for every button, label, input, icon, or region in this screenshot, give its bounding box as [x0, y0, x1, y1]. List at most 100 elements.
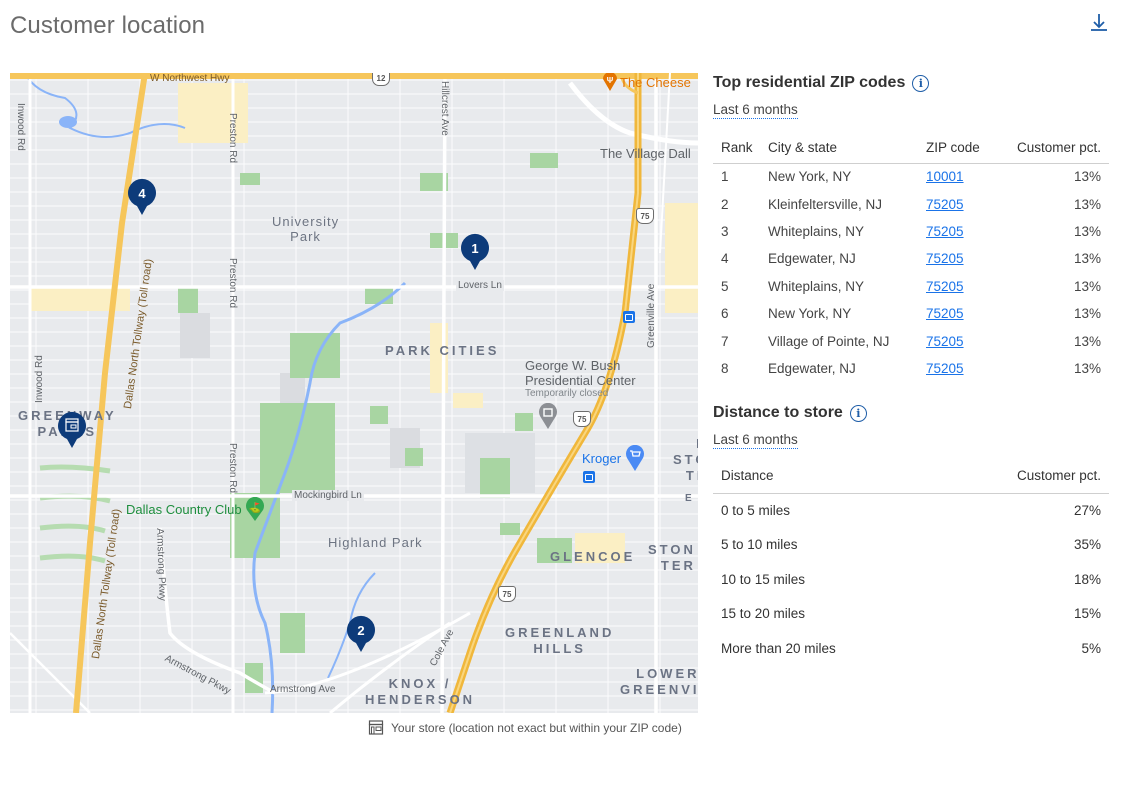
stats-panel: Top residential ZIP codes i Last 6 month…: [713, 74, 1109, 666]
zip-code-link[interactable]: 10001: [926, 169, 964, 184]
zip-table-row: 1 New York, NY 10001 13%: [713, 163, 1109, 190]
download-icon: [1091, 14, 1107, 31]
col-zip-code: ZIP code: [920, 133, 1000, 164]
zip-code-link[interactable]: 75205: [926, 224, 964, 239]
distance-table: Distance Customer pct. 0 to 5 miles 27% 5 …: [713, 459, 1109, 666]
customer-pct-cell: 13%: [1073, 223, 1101, 239]
col-distance: Distance: [713, 459, 932, 494]
customer-pin-1[interactable]: 1: [460, 233, 490, 271]
city-state-cell: New York, NY: [768, 169, 852, 185]
distance-section-header: Distance to store i: [713, 404, 1109, 422]
city-state-cell: Whiteplains, NY: [768, 223, 865, 239]
zip-table-row: 7 Village of Pointe, NJ 75205 13%: [713, 327, 1109, 354]
rank-cell: 3: [721, 223, 729, 239]
distance-cell: 0 to 5 miles: [721, 503, 791, 519]
customer-pct-cell: 18%: [1073, 571, 1101, 587]
rank-cell: 7: [721, 333, 729, 349]
customer-pct-cell: 13%: [1073, 360, 1101, 376]
zip-code-cell: 75205: [920, 218, 1000, 245]
customer-pct-cell: 13%: [1073, 333, 1101, 349]
zip-table-row: 5 Whiteplains, NY 75205 13%: [713, 273, 1109, 300]
distance-cell: 10 to 15 miles: [721, 571, 806, 587]
city-state-cell: New York, NY: [768, 306, 852, 322]
zip-period-selector[interactable]: Last 6 months: [713, 102, 798, 119]
zip-code-link[interactable]: 75205: [926, 279, 964, 294]
customer-pct-cell: 5%: [1081, 640, 1101, 656]
customer-pct-cell: 13%: [1073, 196, 1101, 212]
zip-code-cell: 75205: [920, 190, 1000, 217]
customer-pin-2[interactable]: 2: [346, 615, 376, 653]
zip-section-header: Top residential ZIP codes i: [713, 74, 1109, 92]
distance-cell: More than 20 miles: [721, 640, 836, 656]
zip-code-cell: 75205: [920, 327, 1000, 354]
map-legend: Your store (location not exact but withi…: [368, 720, 682, 735]
distance-table-row: More than 20 miles 5%: [713, 631, 1109, 666]
zip-code-cell: 75205: [920, 273, 1000, 300]
park: [178, 288, 198, 313]
zip-code-link[interactable]: 75205: [926, 334, 964, 349]
rank-cell: 1: [721, 169, 729, 185]
zip-table: Rank City & state ZIP code Customer pct.…: [713, 133, 1109, 382]
transit-station-icon[interactable]: [583, 471, 595, 483]
zip-code-link[interactable]: 75205: [926, 361, 964, 376]
rank-cell: 4: [721, 251, 729, 267]
distance-table-header: Distance Customer pct.: [713, 459, 1109, 494]
zip-code-link[interactable]: 75205: [926, 251, 964, 266]
distance-cell: 5 to 10 miles: [721, 537, 798, 553]
distance-table-row: 10 to 15 miles 18%: [713, 562, 1109, 597]
city-state-cell: Edgewater, NJ: [768, 251, 856, 267]
us-75-shield: 75: [498, 586, 516, 602]
zip-section-title: Top residential ZIP codes: [713, 74, 906, 91]
zip-code-cell: 10001: [920, 163, 1000, 190]
col-customer-pct: Customer pct.: [931, 459, 1109, 494]
distance-section-title: Distance to store: [713, 404, 843, 422]
zip-table-row: 2 Kleinfeltersville, NJ 75205 13%: [713, 190, 1109, 217]
rank-cell: 2: [721, 196, 729, 212]
zip-code-cell: 75205: [920, 300, 1000, 327]
distance-period-selector[interactable]: Last 6 months: [713, 432, 798, 450]
us-75-shield: 75: [573, 411, 591, 427]
distance-table-row: 0 to 5 miles 27%: [713, 493, 1109, 528]
rank-cell: 5: [721, 278, 729, 294]
info-icon[interactable]: i: [912, 74, 930, 92]
city-state-cell: Kleinfeltersville, NJ: [768, 196, 883, 212]
route-12-shield: 12: [372, 73, 390, 86]
info-icon[interactable]: i: [849, 404, 867, 422]
customer-pin-4[interactable]: 4: [127, 178, 157, 216]
distance-table-row: 15 to 20 miles 15%: [713, 597, 1109, 632]
zip-code-cell: 75205: [920, 355, 1000, 382]
col-city-state: City & state: [760, 133, 920, 164]
city-state-cell: Whiteplains, NY: [768, 278, 865, 294]
rank-cell: 8: [721, 360, 729, 376]
col-customer-pct: Customer pct.: [1000, 133, 1109, 164]
zip-table-header: Rank City & state ZIP code Customer pct.: [713, 133, 1109, 164]
store-pin[interactable]: [57, 411, 87, 449]
us-75-shield: 75: [636, 208, 654, 224]
campus-area: [178, 83, 248, 143]
distance-table-row: 5 to 10 miles 35%: [713, 528, 1109, 563]
customer-pct-cell: 13%: [1073, 278, 1101, 294]
distance-cell: 15 to 20 miles: [721, 606, 806, 622]
northwest-hwy: [10, 73, 698, 79]
page-title: Customer location: [10, 12, 206, 39]
zip-code-link[interactable]: 75205: [926, 197, 964, 212]
customer-pct-cell: 13%: [1073, 169, 1101, 185]
col-rank: Rank: [713, 133, 760, 164]
customer-pct-cell: 35%: [1073, 537, 1101, 553]
zip-table-row: 4 Edgewater, NJ 75205 13%: [713, 245, 1109, 272]
zip-table-row: 6 New York, NY 75205 13%: [713, 300, 1109, 327]
zip-code-cell: 75205: [920, 245, 1000, 272]
zip-table-row: 8 Edgewater, NJ 75205 13%: [713, 355, 1109, 382]
customer-pct-cell: 13%: [1073, 306, 1101, 322]
customer-pct-cell: 13%: [1073, 251, 1101, 267]
zip-code-link[interactable]: 75205: [926, 306, 964, 321]
zip-table-row: 3 Whiteplains, NY 75205 13%: [713, 218, 1109, 245]
city-state-cell: Village of Pointe, NJ: [768, 333, 890, 349]
download-button[interactable]: [1088, 10, 1110, 34]
rank-cell: 6: [721, 306, 729, 322]
store-icon: [368, 720, 384, 735]
transit-station-icon[interactable]: [623, 311, 635, 323]
customer-map[interactable]: W Northwest Hwy 12 Hillcrest Ave Preston…: [10, 73, 698, 713]
map-legend-text: Your store (location not exact but withi…: [391, 720, 682, 735]
city-state-cell: Edgewater, NJ: [768, 360, 856, 376]
